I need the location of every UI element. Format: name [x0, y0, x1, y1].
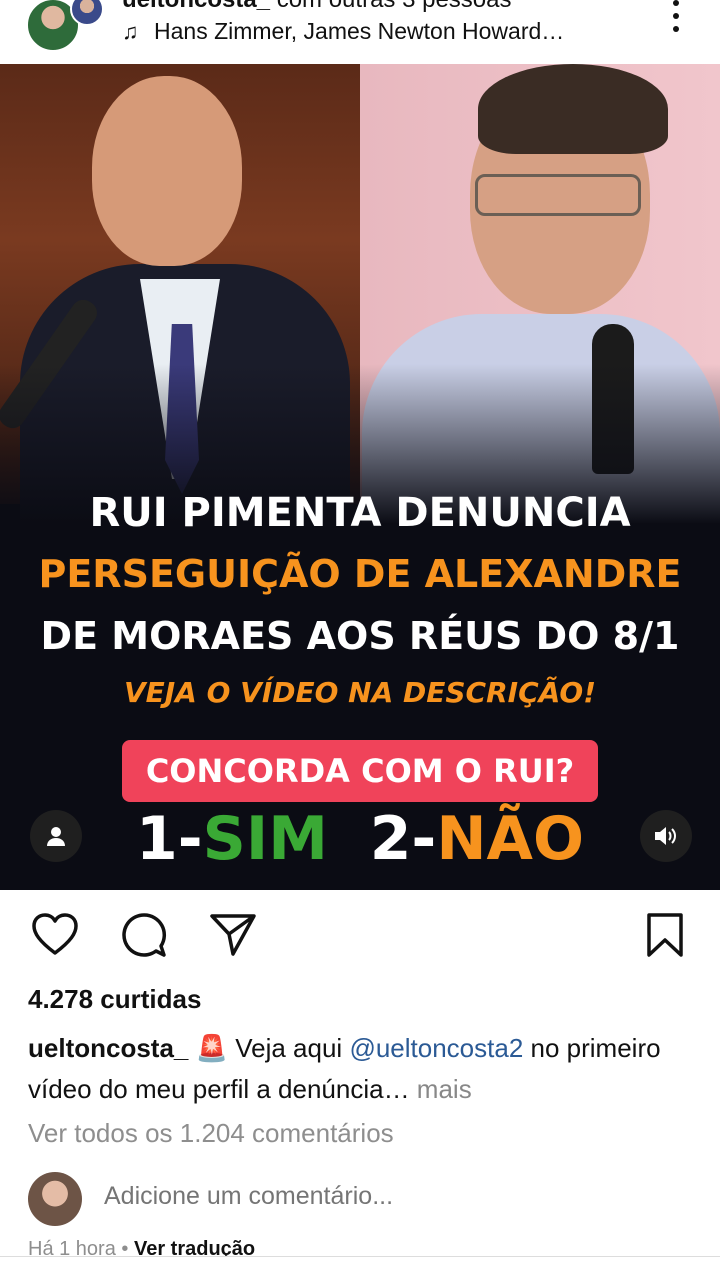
collaborators-text[interactable]: com outras 3 pessoas	[270, 0, 512, 13]
vote-1-number: 1-	[136, 804, 203, 874]
siren-emoji: 🚨	[195, 1033, 228, 1063]
headline-line-4: VEJA O VÍDEO NA DESCRIÇÃO!	[123, 676, 597, 709]
headline-line-1: RUI PIMENTA DENUNCIA	[89, 490, 631, 536]
post-username[interactable]: ueltoncosta_	[122, 0, 270, 13]
avatar[interactable]	[28, 1172, 82, 1226]
caption-username[interactable]: ueltoncosta_	[28, 1033, 188, 1063]
post-header: ueltoncosta_ com outras 3 pessoas ♫ Hans …	[0, 0, 720, 64]
caption-mention[interactable]: @ueltoncosta2	[349, 1033, 523, 1063]
share-icon[interactable]	[208, 910, 258, 960]
caption-more-link[interactable]: mais	[410, 1074, 472, 1104]
sound-icon[interactable]	[640, 810, 692, 862]
music-attribution[interactable]: ♫ Hans Zimmer, James Newton Howard…	[122, 18, 564, 45]
tagged-people-icon[interactable]	[30, 810, 82, 862]
add-comment-row	[28, 1172, 708, 1228]
vote-2-number: 2-	[369, 804, 437, 874]
vote-1-word: SIM	[202, 804, 328, 874]
caption-text-1: Veja aqui	[235, 1033, 350, 1063]
comment-icon[interactable]	[119, 910, 169, 960]
author-avatars[interactable]	[26, 0, 104, 52]
question-pill: CONCORDA COM O RUI?	[122, 740, 598, 802]
post-actions	[0, 890, 720, 982]
vote-options: 1-SIM 2-NÃO	[0, 804, 720, 874]
bottom-nav-bar	[0, 1256, 720, 1281]
music-note-icon: ♫	[122, 19, 139, 44]
post-media[interactable]: RUI PIMENTA DENUNCIA PERSEGUIÇÃO DE ALEX…	[0, 64, 720, 890]
headline-line-3: DE MORAES AOS RÉUS DO 8/1	[40, 614, 680, 658]
bookmark-icon[interactable]	[640, 910, 690, 960]
headline-line-2: PERSEGUIÇÃO DE ALEXANDRE	[38, 552, 682, 596]
vote-2-word: NÃO	[436, 804, 584, 874]
post-caption: ueltoncosta_ 🚨 Veja aqui @ueltoncosta2 n…	[28, 1028, 698, 1110]
post-author-line[interactable]: ueltoncosta_ com outras 3 pessoas	[122, 0, 511, 14]
likes-count[interactable]: 4.278 curtidas	[28, 984, 201, 1015]
heart-icon[interactable]	[30, 910, 80, 960]
view-all-comments-link[interactable]: Ver todos os 1.204 comentários	[28, 1118, 394, 1149]
more-vert-icon[interactable]	[664, 0, 688, 32]
comment-input[interactable]	[104, 1182, 664, 1211]
music-title: Hans Zimmer, James Newton Howard…	[154, 18, 565, 44]
